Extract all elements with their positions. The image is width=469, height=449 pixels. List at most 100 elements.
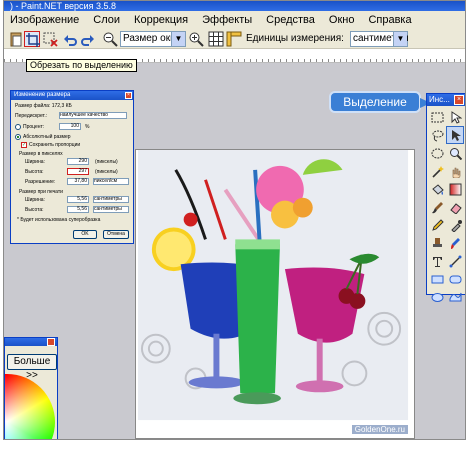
more-button[interactable]: Больше >> xyxy=(7,354,57,381)
menu-bar: Изображение Слои Коррекция Эффекты Средс… xyxy=(4,11,465,29)
percent-label: Процент: xyxy=(23,124,45,130)
print-width-unit-select[interactable]: сантиметры xyxy=(93,196,129,203)
cocktails-image xyxy=(136,150,414,438)
crop-icon xyxy=(26,33,40,47)
units-label: Единицы измерения: xyxy=(246,33,344,44)
ok-button[interactable]: OK xyxy=(73,230,97,239)
clone-stamp-icon[interactable] xyxy=(428,234,446,252)
paste-icon[interactable] xyxy=(8,31,24,47)
print-height-unit: сантиметры xyxy=(94,206,122,212)
magic-wand-icon[interactable] xyxy=(428,162,446,180)
resampling-select[interactable]: наилучшее качество xyxy=(59,112,127,119)
close-icon[interactable] xyxy=(47,338,55,346)
print-height-value: 5,56 xyxy=(77,206,87,212)
menu-effects[interactable]: Эффекты xyxy=(202,14,252,26)
menu-help[interactable]: Справка xyxy=(368,14,411,26)
deselect-icon[interactable] xyxy=(42,31,58,47)
percent-field[interactable]: 100 xyxy=(59,123,81,130)
move-selection-icon[interactable] xyxy=(446,108,464,126)
menu-window[interactable]: Окно xyxy=(329,14,355,26)
chevron-down-icon: ▼ xyxy=(171,32,185,46)
dialog-title: Изменение размера xyxy=(14,92,71,98)
move-icon[interactable] xyxy=(446,126,464,144)
keep-ratio-checkbox[interactable]: ✓ xyxy=(21,142,27,148)
colors-window: Больше >> xyxy=(4,337,58,439)
height-field[interactable]: 297 xyxy=(67,168,89,175)
close-icon[interactable]: × xyxy=(125,92,132,99)
print-width-value: 5,56 xyxy=(77,196,87,202)
watermark: GoldenOne.ru xyxy=(351,425,408,434)
width-label: Ширина: xyxy=(25,159,45,165)
resize-dialog: Изменение размера × Размер файла: 172,3 … xyxy=(10,90,134,244)
image-canvas[interactable]: GoldenOne.ru xyxy=(135,149,415,439)
print-width-label: Ширина: xyxy=(25,197,45,203)
print-height-field[interactable]: 5,56 xyxy=(67,206,89,213)
note-label: * Будет использована суперобразка xyxy=(17,217,101,223)
rect-select-icon[interactable] xyxy=(428,108,446,126)
keep-ratio-label: Сохранить пропорции xyxy=(29,142,81,148)
paint-bucket-icon[interactable] xyxy=(428,180,446,198)
resolution-field[interactable]: 37,80 xyxy=(67,178,89,185)
percent-radio[interactable] xyxy=(15,124,21,130)
resolution-unit-select[interactable]: пиксел/см xyxy=(93,178,129,185)
dialog-title-bar: Изменение размера × xyxy=(11,91,133,100)
units-select[interactable]: сантиметры ▼ xyxy=(350,31,409,47)
ellipse-icon[interactable] xyxy=(428,288,446,306)
line-icon[interactable] xyxy=(446,252,464,270)
recolor-icon[interactable] xyxy=(446,234,464,252)
percent-unit: % xyxy=(85,124,90,130)
hand-icon[interactable] xyxy=(446,162,464,180)
resolution-value: 37,80 xyxy=(74,178,87,184)
resampling-value: наилучшее качество xyxy=(60,112,108,118)
menu-tools[interactable]: Средства xyxy=(266,14,315,26)
ruler-icon[interactable] xyxy=(226,31,242,47)
crop-to-selection-button[interactable] xyxy=(24,31,40,47)
grid-icon[interactable] xyxy=(208,31,224,47)
redo-icon[interactable] xyxy=(80,31,96,47)
resampling-label: Передискрет.: xyxy=(15,113,48,119)
lasso-icon[interactable] xyxy=(428,126,446,144)
app-window: ) - Paint.NET версия 3.5.8 Изображение С… xyxy=(3,0,466,440)
zoom-in-icon[interactable] xyxy=(188,31,204,47)
window-title: ) - Paint.NET версия 3.5.8 xyxy=(4,1,465,11)
height-label: Высота: xyxy=(25,169,44,175)
toolbar: Размер окн ▼ Единицы измерения: сантимет… xyxy=(4,29,465,49)
file-size-label: Размер файла: 172,3 КБ xyxy=(15,103,72,109)
gradient-icon[interactable] xyxy=(446,180,464,198)
cancel-button[interactable]: Отмена xyxy=(103,230,129,239)
zoom-out-icon[interactable] xyxy=(102,31,118,47)
menu-adjustments[interactable]: Коррекция xyxy=(134,14,188,26)
selection-callout: Выделение xyxy=(329,91,431,113)
rectangle-icon[interactable] xyxy=(428,270,446,288)
brush-icon[interactable] xyxy=(428,198,446,216)
zoom-select[interactable]: Размер окн ▼ xyxy=(120,31,186,47)
zoom-select-value: Размер окн xyxy=(123,33,176,44)
menu-layers[interactable]: Слои xyxy=(93,14,120,26)
freeform-icon[interactable] xyxy=(446,288,464,306)
tools-title-bar: Инс... × xyxy=(427,94,465,106)
width-field[interactable]: 290 xyxy=(67,158,89,165)
undo-icon[interactable] xyxy=(62,31,78,47)
menu-image[interactable]: Изображение xyxy=(10,14,79,26)
text-icon[interactable] xyxy=(428,252,446,270)
resolution-label: Разрешение: xyxy=(25,179,56,185)
pencil-icon[interactable] xyxy=(428,216,446,234)
tooltip: Обрезать по выделению xyxy=(26,59,137,72)
tools-window: Инс... × xyxy=(426,93,465,302)
close-icon[interactable]: × xyxy=(454,95,464,105)
height-value: 297 xyxy=(78,168,87,174)
width-value: 290 xyxy=(78,158,87,164)
absolute-radio[interactable] xyxy=(15,134,21,140)
eraser-icon[interactable] xyxy=(446,198,464,216)
tool-grid xyxy=(427,106,465,308)
print-height-unit-select[interactable]: сантиметры xyxy=(93,206,129,213)
ellipse-select-icon[interactable] xyxy=(428,144,446,162)
tools-title: Инс... xyxy=(429,95,450,104)
rounded-rect-icon[interactable] xyxy=(446,270,464,288)
color-wheel[interactable] xyxy=(5,374,55,439)
color-picker-icon[interactable] xyxy=(446,216,464,234)
print-width-field[interactable]: 5,56 xyxy=(67,196,89,203)
absolute-label: Абсолютный размер xyxy=(23,134,71,140)
check-icon: ✓ xyxy=(22,142,27,148)
zoom-icon[interactable] xyxy=(446,144,464,162)
